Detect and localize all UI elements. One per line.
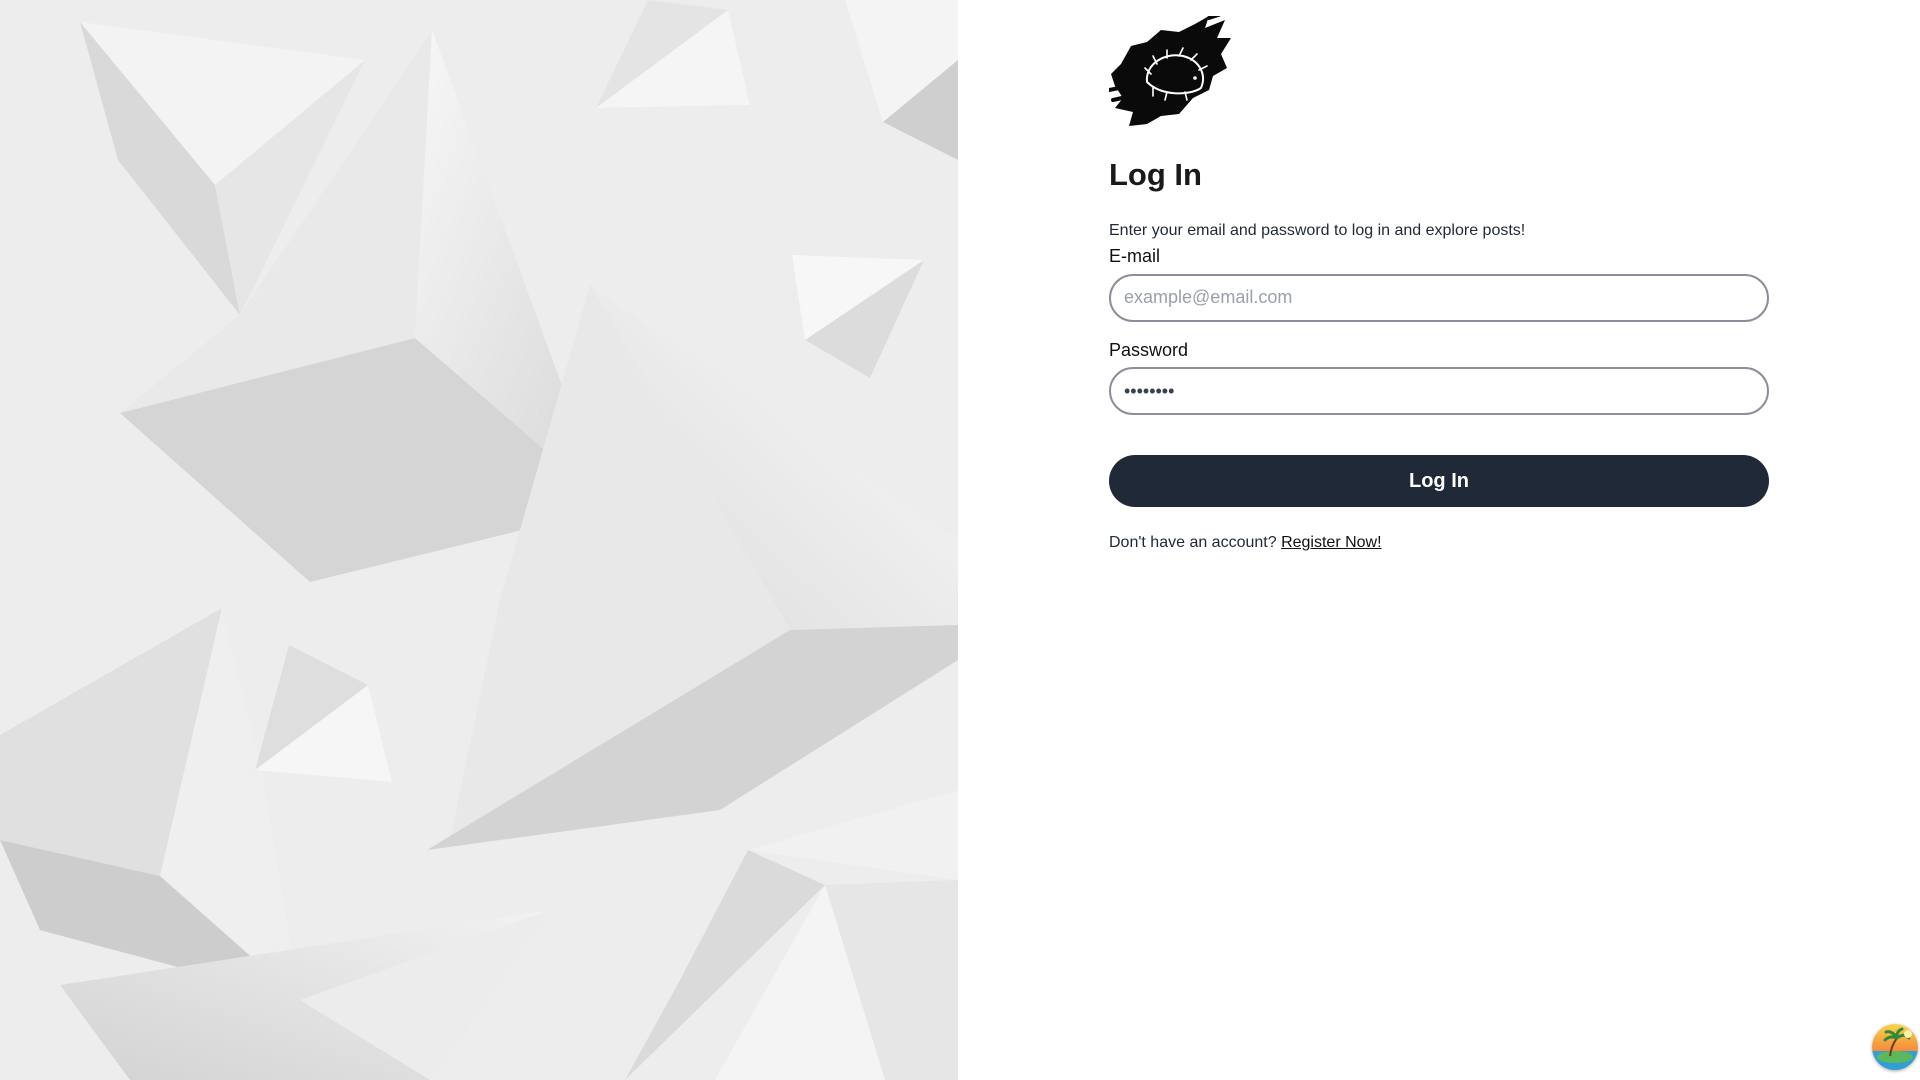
password-label: Password (1109, 339, 1189, 360)
register-now-link[interactable]: Register Now! (1281, 534, 1381, 551)
island-avatar-icon[interactable] (1872, 1024, 1918, 1070)
email-field[interactable] (1109, 273, 1769, 322)
register-prompt-text: Don't have an account? (1109, 534, 1277, 552)
login-instructions: Enter your email and password to log in … (1109, 222, 1526, 240)
decorative-background-panel (0, 0, 958, 1080)
login-page: Log In Enter your email and password to … (0, 0, 1920, 1080)
geometric-shapes-illustration (0, 0, 958, 1080)
login-form-panel: Log In Enter your email and password to … (958, 0, 1920, 1080)
hedgehog-logo-icon (1109, 16, 1231, 126)
login-form: Log In Enter your email and password to … (1109, 16, 1769, 552)
island-avatar-graphic (1872, 1024, 1918, 1070)
login-button[interactable]: Log In (1109, 455, 1769, 508)
email-label: E-mail (1109, 246, 1161, 267)
register-prompt-row: Don't have an account? Register Now! (1109, 534, 1769, 552)
password-field[interactable] (1109, 367, 1769, 416)
page-title: Log In (1109, 157, 1202, 192)
